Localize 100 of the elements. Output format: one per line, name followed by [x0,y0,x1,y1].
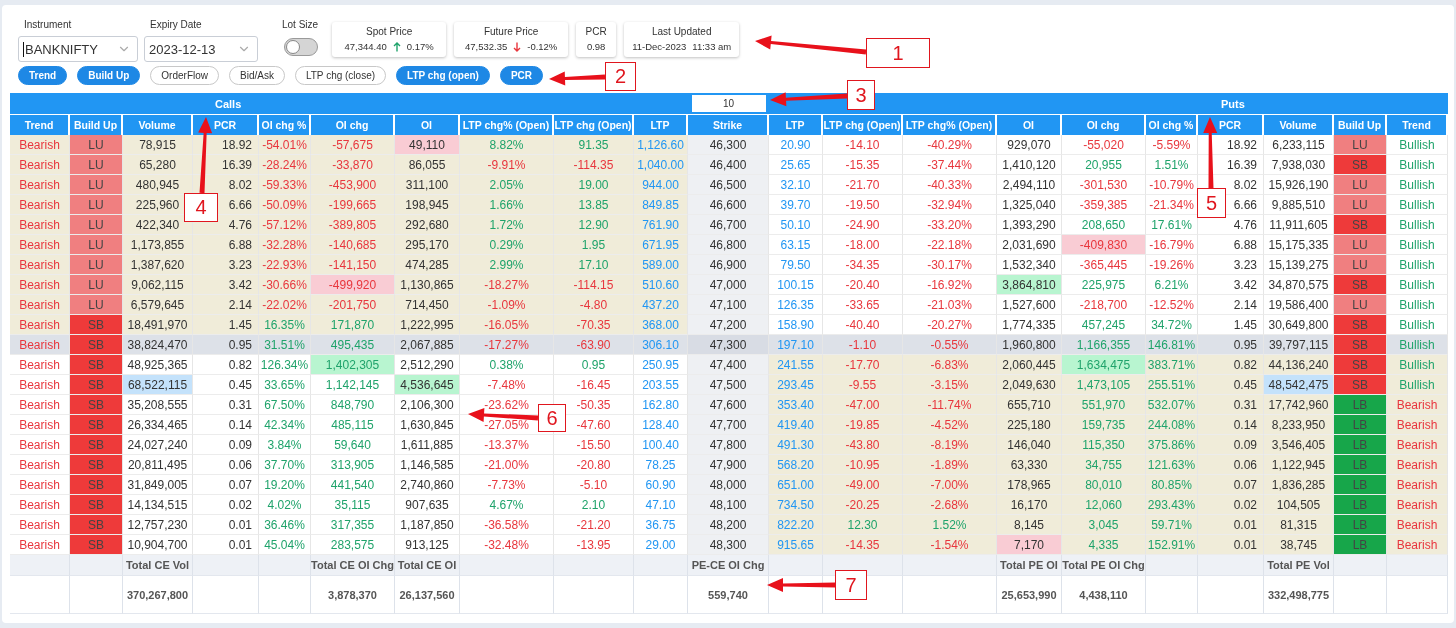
table-cell [1198,576,1264,614]
table-cell [193,576,259,614]
table-cell: 59.71% [1146,515,1198,535]
table-cell: 13.85 [554,195,634,215]
strike-cell: 47,100 [688,295,769,315]
table-cell: 761.90 [634,215,688,235]
table-cell: 79.50 [769,255,823,275]
lot-size-toggle[interactable] [284,38,318,56]
trend-cell: Bearish [10,355,70,375]
table-cell: 485,115 [311,415,395,435]
table-cell: -359,385 [1062,195,1146,215]
view-toggle-button[interactable]: Trend [18,66,68,85]
view-toggle-button[interactable]: PCR [499,66,544,85]
table-cell: 37.70% [259,455,311,475]
table-cell: 19,586,400 [1264,295,1334,315]
table-cell: 0.82 [1198,355,1264,375]
trend-cell: Bearish [10,475,70,495]
stat-value: 47,344.40 [344,41,387,52]
strike-cell: 46,600 [688,195,769,215]
table-cell: 100.15 [769,275,823,295]
table-cell: -1.09% [460,295,554,315]
table-cell [1198,555,1264,576]
table-cell: 16.39 [193,155,259,175]
strike-cell: 46,300 [688,135,769,155]
table-cell: 2.10 [554,495,634,515]
table-cell [1146,555,1198,576]
table-cell: 1,473,105 [1062,375,1146,395]
table-cell: 7,938,030 [1264,155,1334,175]
trend-cell: Bearish [1387,495,1448,515]
table-cell: 2,060,445 [997,355,1062,375]
table-cell: 18.92 [193,135,259,155]
table-cell: 68,522,115 [123,375,193,395]
table-cell: -201,750 [311,295,395,315]
trend-cell: Bullish [1387,195,1448,215]
view-toggle-button[interactable]: LTP chg (close) [294,66,387,85]
table-cell: 39,797,115 [1264,335,1334,355]
table-cell: 1.52% [903,515,997,535]
table-cell: -17.70 [823,355,903,375]
trend-cell: Bearish [10,235,70,255]
table-cell: 115,350 [1062,435,1146,455]
stat-value: 47,532.35 [464,41,508,52]
trend-cell: Bullish [1387,295,1448,315]
table-cell: -0.55% [903,335,997,355]
table-cell: -15.35 [823,155,903,175]
table-cell: -11.74% [903,395,997,415]
field-label: Instrument [23,19,73,31]
view-toggle-button[interactable]: OrderFlow [150,66,220,85]
table-cell: 0.45 [1198,375,1264,395]
trend-cell: Bearish [10,515,70,535]
table-cell: 126.35 [769,295,823,315]
table-cell: 2,067,885 [395,335,460,355]
table-cell: 63.15 [769,235,823,255]
table-cell: -47.00 [823,395,903,415]
table-cell: -16.45 [554,375,634,395]
table-cell: 311,100 [395,175,460,195]
table-cell: 121.63% [1146,455,1198,475]
table-cell: 293.43% [1146,495,1198,515]
table-cell: 551,970 [1062,395,1146,415]
build-up-cell: LB [1334,515,1387,535]
table-cell: -21.03% [903,295,997,315]
table-cell: 1,402,305 [311,355,395,375]
trend-cell: Bullish [1387,335,1448,355]
table-cell: -40.33% [903,175,997,195]
callout-arrow [549,71,606,86]
build-up-cell: LU [1334,195,1387,215]
table-cell: 19.00 [554,175,634,195]
table-cell: 31,849,005 [123,475,193,495]
table-cell: -20.25 [823,495,903,515]
table-cell: -20.40 [823,275,903,295]
stat-value: 0.98 [586,41,606,52]
table-cell: -16.79% [1146,235,1198,255]
callout-number: 3 [847,80,875,110]
build-up-cell: LU [70,175,123,195]
expiry-select[interactable]: 2023-12-13 [144,36,258,62]
table-cell: 0.02 [1198,495,1264,515]
view-toggle-button[interactable]: Bid/Ask [229,66,285,85]
table-cell: 7,170 [997,535,1062,555]
table-cell: 12.90 [554,215,634,235]
total-label: Total CE OI [395,555,460,576]
strike-cell: 47,200 [688,315,769,335]
stat-title: PCR [585,26,607,37]
table-cell: 1.45 [1198,315,1264,335]
table-cell: 17.61% [1146,215,1198,235]
instrument-select[interactable]: BANKNIFTY [18,36,138,62]
table-cell: 0.01 [193,515,259,535]
build-up-cell: SB [1334,375,1387,395]
view-toggle-button[interactable]: Build Up [77,66,141,85]
strike-count-field[interactable]: 10 [691,95,766,112]
table-cell: 11,911,605 [1264,215,1334,235]
table-cell: 317,355 [311,515,395,535]
trend-cell: Bullish [1387,175,1448,195]
table-cell: 1,387,620 [123,255,193,275]
table-cell: 20,811,495 [123,455,193,475]
table-cell: 0.02 [193,495,259,515]
trend-cell: Bearish [10,415,70,435]
table-cell: 15,139,275 [1264,255,1334,275]
table-cell: 39.70 [769,195,823,215]
view-toggle-button[interactable]: LTP chg (open) [396,66,490,85]
table-cell: 45.04% [259,535,311,555]
table-cell: -1.89% [903,455,997,475]
